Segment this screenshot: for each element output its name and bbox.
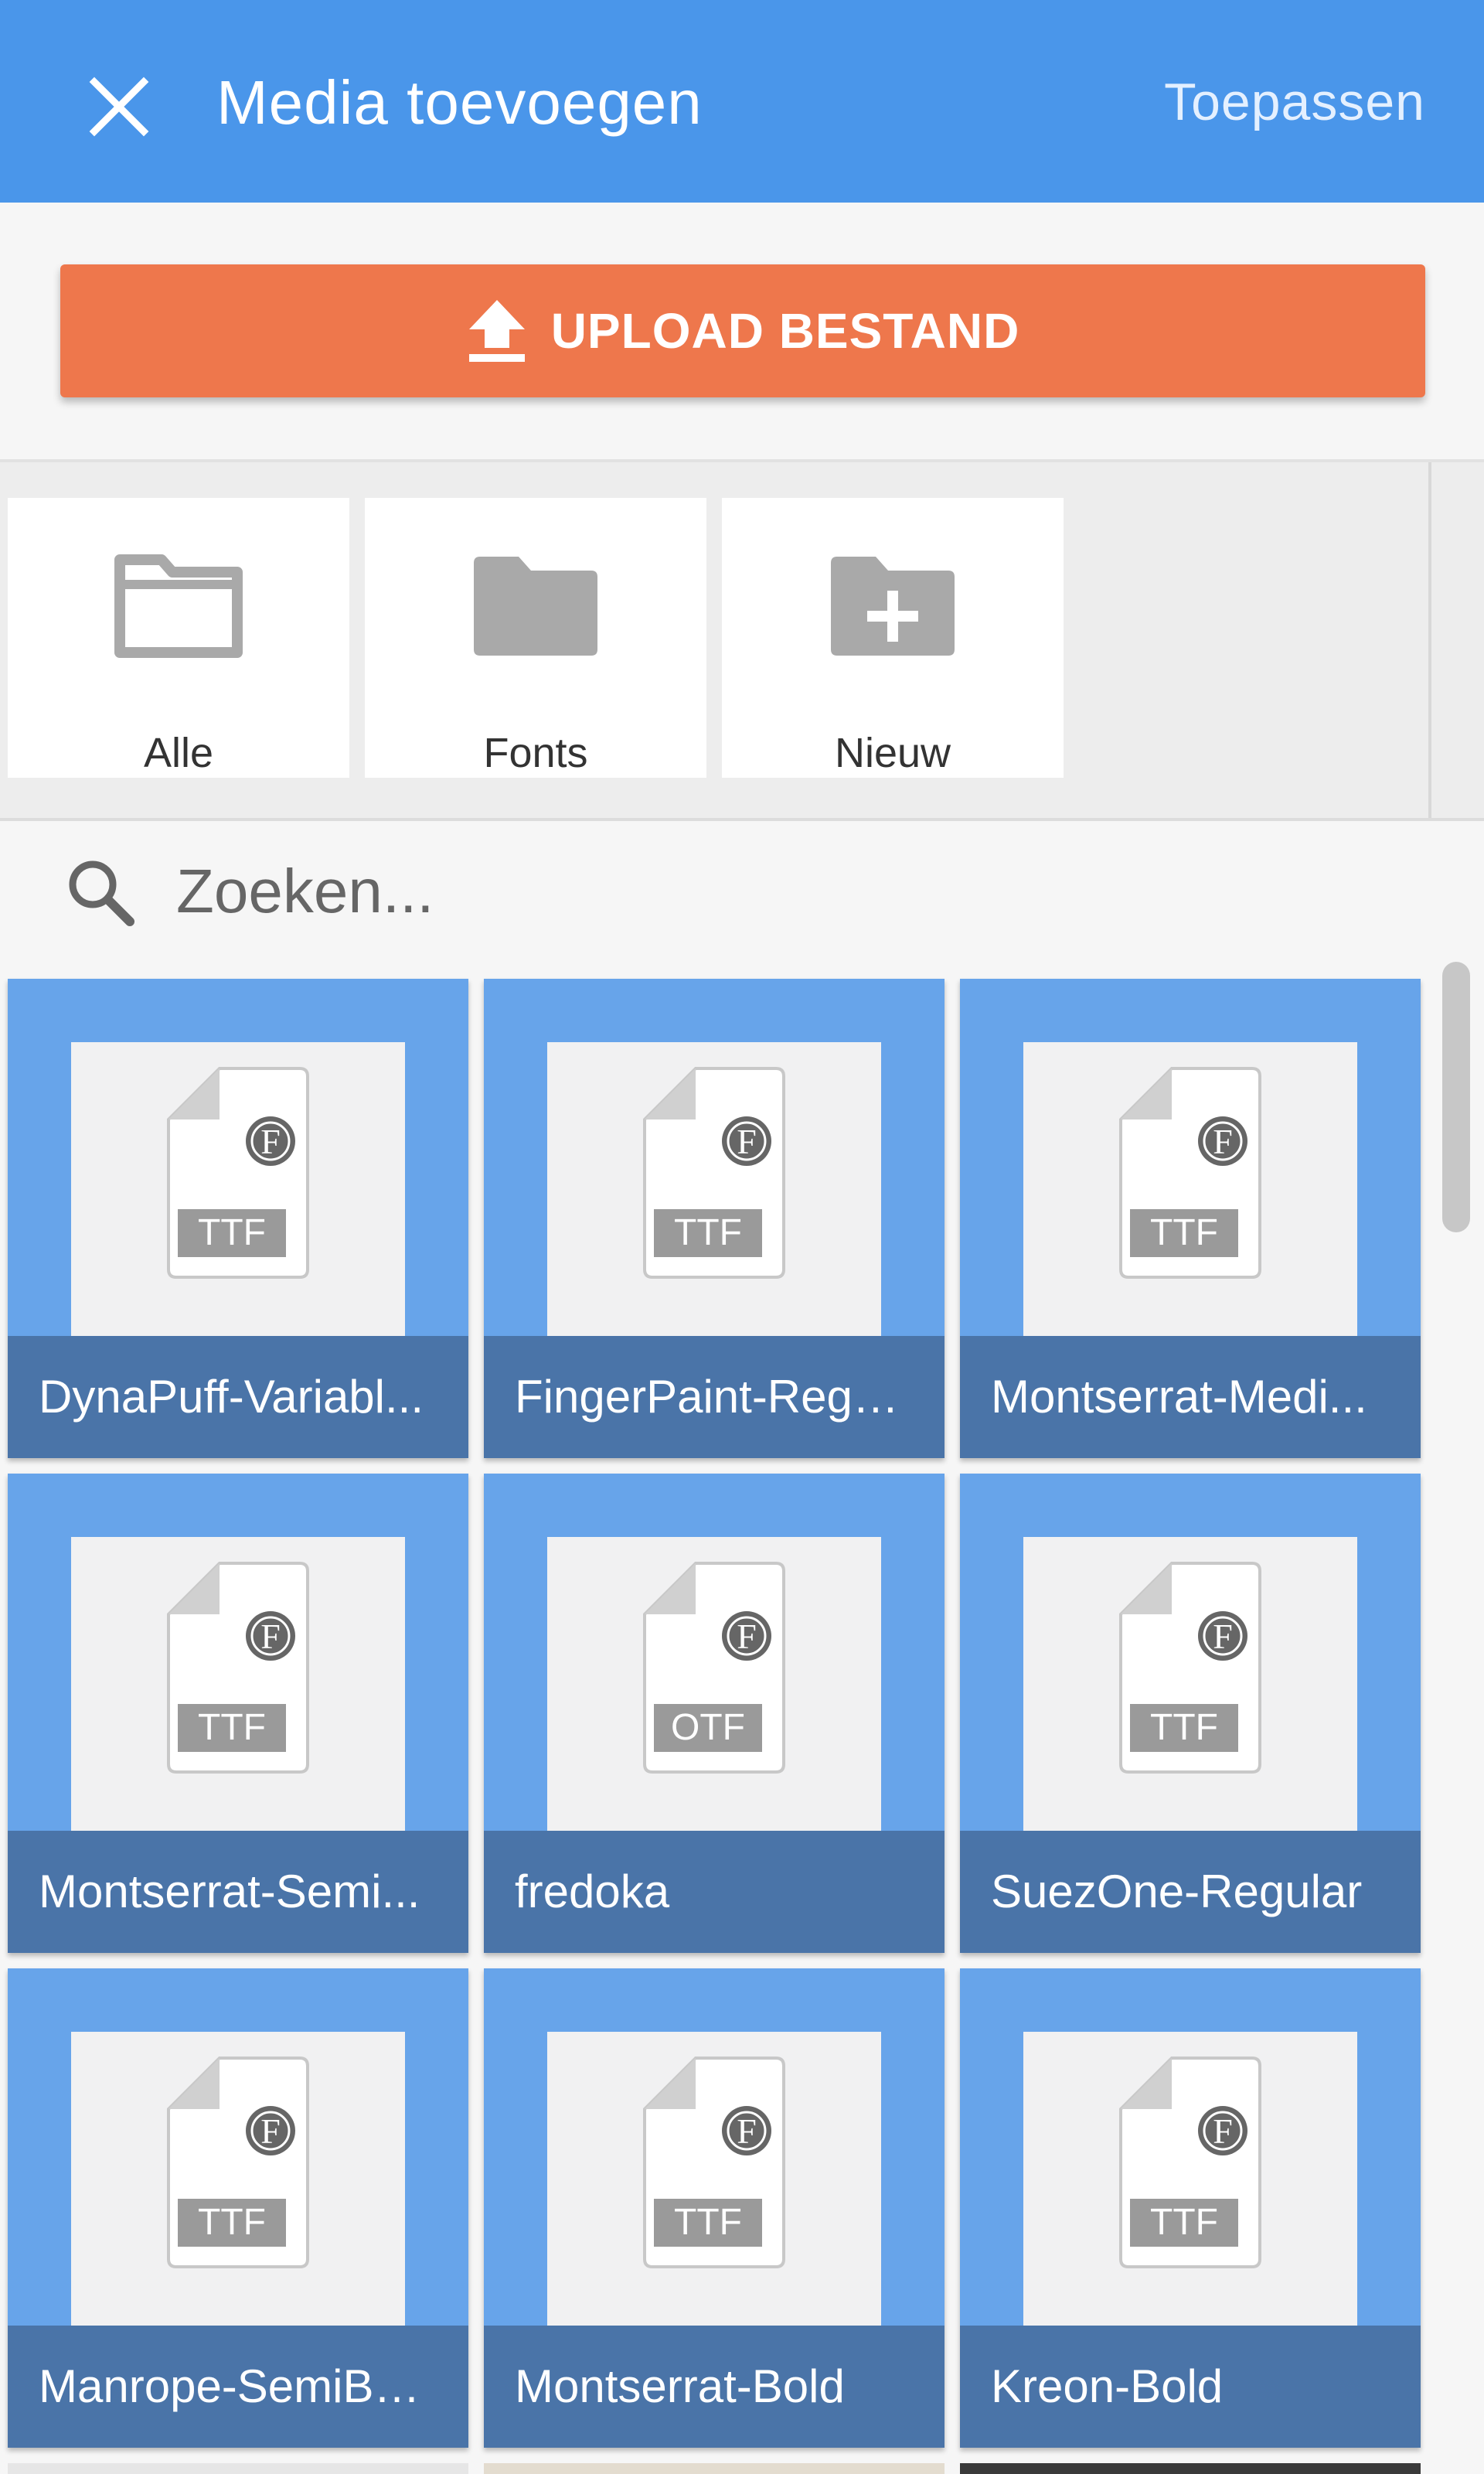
font-file-icon: F TTF	[167, 1067, 309, 1279]
file-tile[interactable]: F TTF DynaPuff-Variabl...	[8, 979, 468, 1458]
svg-text:F: F	[737, 2111, 757, 2151]
file-name: Kreon-Bold	[960, 2326, 1421, 2448]
file-tile[interactable]: F OTF fredoka	[484, 1474, 945, 1953]
file-thumbnail: F TTF	[547, 1042, 881, 1336]
folder-new[interactable]: Nieuw	[722, 498, 1064, 778]
file-name: Montserrat-Medi...	[960, 1336, 1421, 1458]
file-name: Montserrat-Semi...	[8, 1831, 468, 1953]
folder-label: Nieuw	[834, 730, 951, 776]
search-input[interactable]	[175, 852, 1337, 931]
file-thumbnail: F TTF	[71, 1537, 405, 1831]
file-type-label: TTF	[1150, 1212, 1218, 1253]
file-name: Manrope-SemiBo...	[8, 2326, 468, 2448]
folder-plus-icon	[831, 557, 955, 656]
upload-file-button[interactable]: UPLOAD BESTAND	[60, 264, 1425, 397]
file-tile[interactable]: F TTF SuezOne-Regular	[960, 1474, 1421, 1953]
file-type-label: OTF	[671, 1707, 745, 1748]
folder-icon	[474, 557, 597, 656]
apply-button[interactable]: Toepassen	[1164, 63, 1425, 141]
upload-icon	[468, 300, 525, 362]
file-tile[interactable]: F TTF Montserrat-Semi...	[8, 1474, 468, 1953]
file-tile-partial[interactable]	[8, 2463, 468, 2474]
file-type-label: TTF	[198, 1212, 266, 1253]
file-thumbnail: F OTF	[547, 1537, 881, 1831]
file-type-label: TTF	[198, 1707, 266, 1748]
file-tile[interactable]: F TTF Manrope-SemiBo...	[8, 1968, 468, 2448]
font-file-icon: F TTF	[167, 2057, 309, 2268]
font-file-icon: F TTF	[643, 1067, 785, 1279]
folder-outline-icon	[114, 554, 243, 658]
svg-text:F: F	[1213, 2111, 1233, 2151]
file-name: SuezOne-Regular	[960, 1831, 1421, 1953]
file-thumbnail: F TTF	[1023, 1537, 1357, 1831]
upload-file-label: UPLOAD BESTAND	[550, 303, 1020, 359]
top-app-bar: Media toevoegen Toepassen	[0, 0, 1484, 203]
file-tile-partial[interactable]	[960, 2463, 1421, 2474]
file-tile[interactable]: F TTF FingerPaint-Regu...	[484, 979, 945, 1458]
svg-text:F: F	[260, 2111, 281, 2151]
file-name: fredoka	[484, 1831, 945, 1953]
font-file-icon: F TTF	[1119, 1067, 1261, 1279]
file-type-label: TTF	[198, 2202, 266, 2243]
close-icon	[89, 77, 149, 137]
font-file-icon: F TTF	[643, 2057, 785, 2268]
file-thumbnail: F TTF	[71, 1042, 405, 1336]
folder-all[interactable]: Alle	[8, 498, 349, 778]
file-name: FingerPaint-Regu...	[484, 1336, 945, 1458]
svg-text:F: F	[737, 1617, 757, 1656]
file-tile[interactable]: F TTF Montserrat-Medi...	[960, 979, 1421, 1458]
file-thumbnail: F TTF	[1023, 2032, 1357, 2326]
folder-fonts[interactable]: Fonts	[365, 498, 706, 778]
file-type-label: TTF	[1150, 2202, 1218, 2243]
file-tile-partial[interactable]	[484, 2463, 945, 2474]
file-thumbnail: F TTF	[1023, 1042, 1357, 1336]
file-type-label: TTF	[1150, 1707, 1218, 1748]
file-type-label: TTF	[674, 2202, 742, 2243]
svg-text:F: F	[260, 1122, 281, 1161]
svg-text:F: F	[260, 1617, 281, 1656]
font-file-icon: F TTF	[1119, 1562, 1261, 1774]
file-thumbnail: F TTF	[71, 2032, 405, 2326]
font-file-icon: F OTF	[643, 1562, 785, 1774]
font-file-icon: F TTF	[1119, 2057, 1261, 2268]
folder-strip: Alle Fonts Nieuw	[0, 462, 1484, 821]
svg-text:F: F	[1213, 1122, 1233, 1161]
upload-section: UPLOAD BESTAND	[0, 203, 1484, 462]
divider	[1428, 462, 1431, 818]
file-grid[interactable]: F TTF DynaPuff-Variabl... F TTF FingerPa…	[0, 960, 1484, 2474]
scrollbar-thumb[interactable]	[1442, 962, 1470, 1232]
svg-text:F: F	[1213, 1617, 1233, 1656]
search-icon	[69, 860, 134, 926]
close-button[interactable]	[87, 74, 151, 139]
svg-text:F: F	[737, 1122, 757, 1161]
file-thumbnail: F TTF	[547, 2032, 881, 2326]
folder-label: Fonts	[483, 730, 588, 776]
file-name: Montserrat-Bold	[484, 2326, 945, 2448]
file-tile[interactable]: F TTF Montserrat-Bold	[484, 1968, 945, 2448]
file-type-label: TTF	[674, 1212, 742, 1253]
file-tile[interactable]: F TTF Kreon-Bold	[960, 1968, 1421, 2448]
search-bar	[0, 821, 1484, 960]
page-title: Media toevoegen	[216, 68, 703, 137]
font-file-icon: F TTF	[167, 1562, 309, 1774]
file-name: DynaPuff-Variabl...	[8, 1336, 468, 1458]
folder-label: Alle	[143, 730, 214, 776]
